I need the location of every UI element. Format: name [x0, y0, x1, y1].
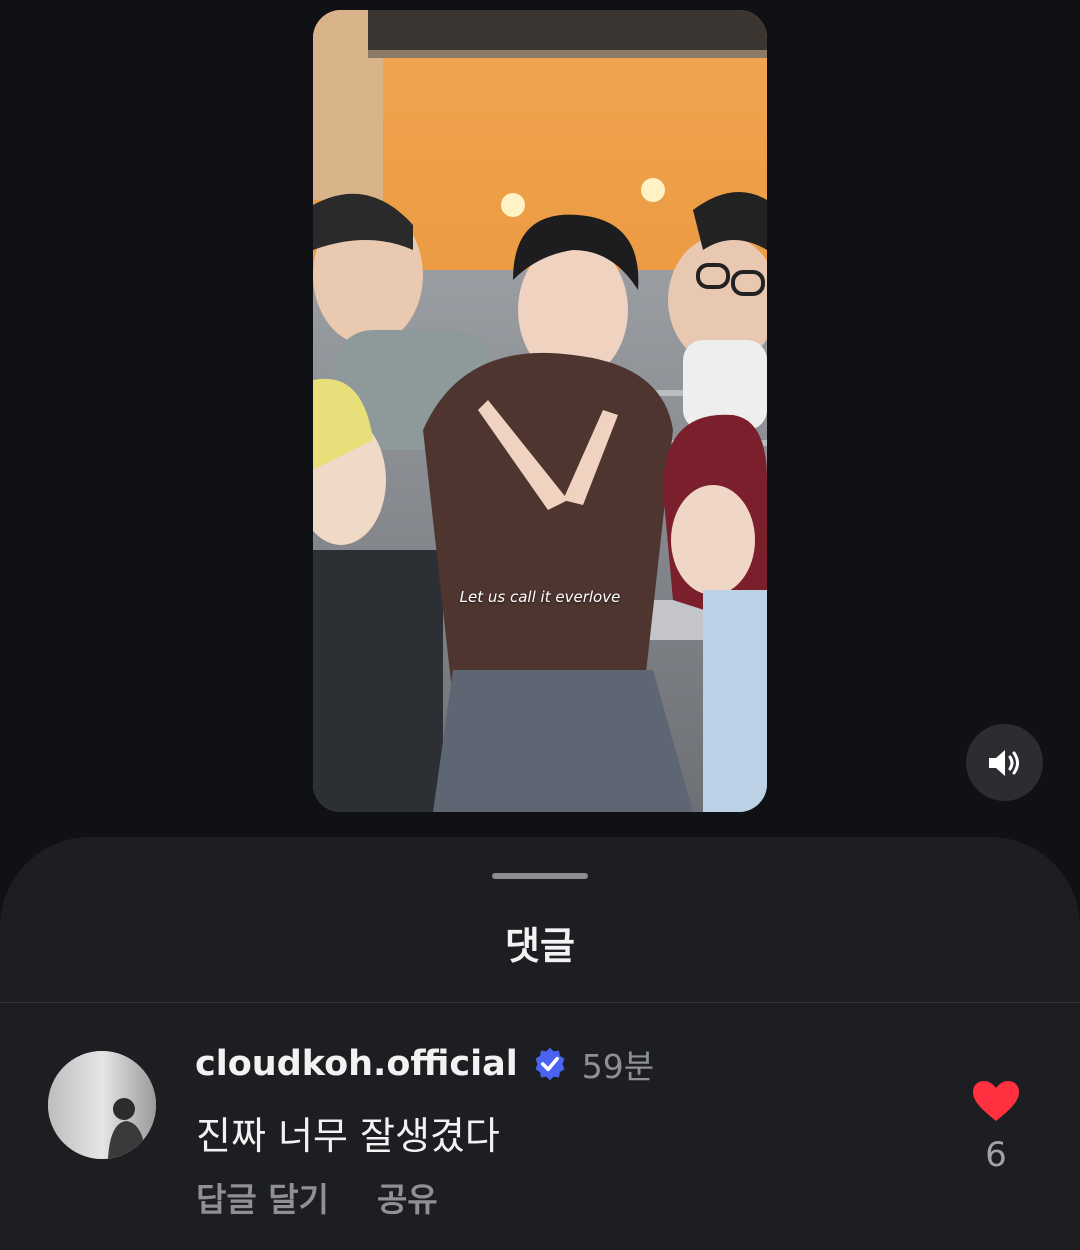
video-frame	[313, 10, 767, 812]
verified-badge-icon	[535, 1047, 565, 1081]
username[interactable]: cloudkoh.official	[195, 1044, 518, 1084]
share-button[interactable]: 공유	[377, 1173, 438, 1221]
drag-handle[interactable]	[492, 873, 588, 879]
video-caption: Let us call it everlove	[459, 588, 621, 606]
comment-item: cloudkoh.official 59분 진짜 너무 잘생겼다 답글 달기 공…	[0, 1003, 1080, 1250]
speaker-on-icon	[988, 749, 1019, 776]
like-control: 6	[970, 1079, 1022, 1175]
sheet-title: 댓글	[505, 924, 575, 968]
avatar[interactable]	[48, 1051, 156, 1159]
comment-actions: 답글 달기 공유	[196, 1173, 438, 1221]
reply-button[interactable]: 답글 달기	[196, 1173, 329, 1221]
like-count: 6	[985, 1135, 1007, 1175]
heart-filled-icon[interactable]	[971, 1079, 1021, 1123]
comments-sheet: 댓글 cloudkoh.official 59분 진짜 너무 잘생겼다 답글 달…	[0, 837, 1080, 1250]
comment-header: cloudkoh.official 59분	[195, 1041, 654, 1087]
comment-time: 59분	[581, 1047, 655, 1086]
video-player[interactable]: Let us call it everlove	[313, 10, 767, 812]
sound-toggle-button[interactable]	[966, 724, 1043, 801]
page: Let us call it everlove 댓글 cloudkoh.offi…	[0, 0, 1080, 1250]
comment-text: 진짜 너무 잘생겼다	[196, 1114, 500, 1158]
avatar-image	[48, 1051, 156, 1159]
